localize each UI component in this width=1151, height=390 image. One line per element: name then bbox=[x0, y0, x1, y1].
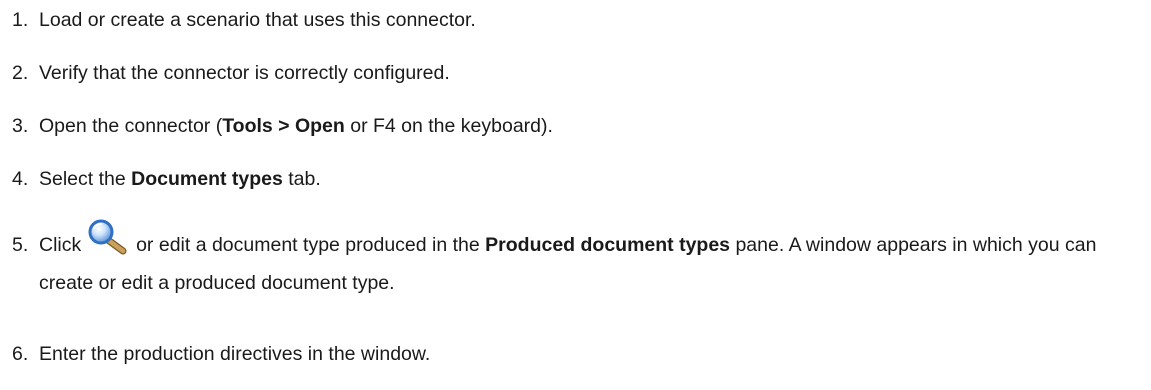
step-2: 2. Verify that the connector is correctl… bbox=[12, 57, 1151, 89]
step-text-middle: or edit a document type produced in the bbox=[130, 234, 486, 256]
step-6: 6. Enter the production directives in th… bbox=[12, 338, 1151, 370]
step-text: Enter the production directives in the w… bbox=[39, 343, 431, 365]
pane-name: Produced document types bbox=[485, 234, 731, 256]
step-4: 4. Select the Document types tab. bbox=[12, 163, 1151, 195]
menu-path: Tools > Open bbox=[222, 115, 345, 137]
step-text: Select the Document types tab. bbox=[39, 163, 321, 195]
step-text-before: Open the connector ( bbox=[39, 115, 223, 137]
step-text: Open the connector (Tools > Open or F4 o… bbox=[39, 110, 553, 142]
step-number: 5. bbox=[12, 234, 29, 256]
step-1: 1. Load or create a scenario that uses t… bbox=[12, 4, 1151, 36]
tab-name: Document types bbox=[131, 168, 283, 190]
step-number: 3. bbox=[12, 115, 29, 137]
step-text: Verify that the connector is correctly c… bbox=[39, 62, 450, 84]
step-text: Click or edit a document type produced i… bbox=[39, 219, 1139, 302]
step-number: 1. bbox=[12, 9, 29, 31]
step-text-before: Select the bbox=[39, 168, 132, 190]
step-3: 3. Open the connector (Tools > Open or F… bbox=[12, 110, 1151, 142]
step-5: 5. Click or edit a document type produce… bbox=[12, 219, 1151, 302]
step-number: 2. bbox=[12, 62, 29, 84]
step-text-after: tab. bbox=[282, 168, 321, 190]
step-text-after: or F4 on the keyboard). bbox=[344, 115, 553, 137]
step-text: Load or create a scenario that uses this… bbox=[39, 9, 476, 31]
step-number: 6. bbox=[12, 343, 29, 365]
step-text-before: Click bbox=[39, 234, 87, 256]
step-number: 4. bbox=[12, 168, 29, 190]
magnifier-icon bbox=[87, 219, 129, 255]
